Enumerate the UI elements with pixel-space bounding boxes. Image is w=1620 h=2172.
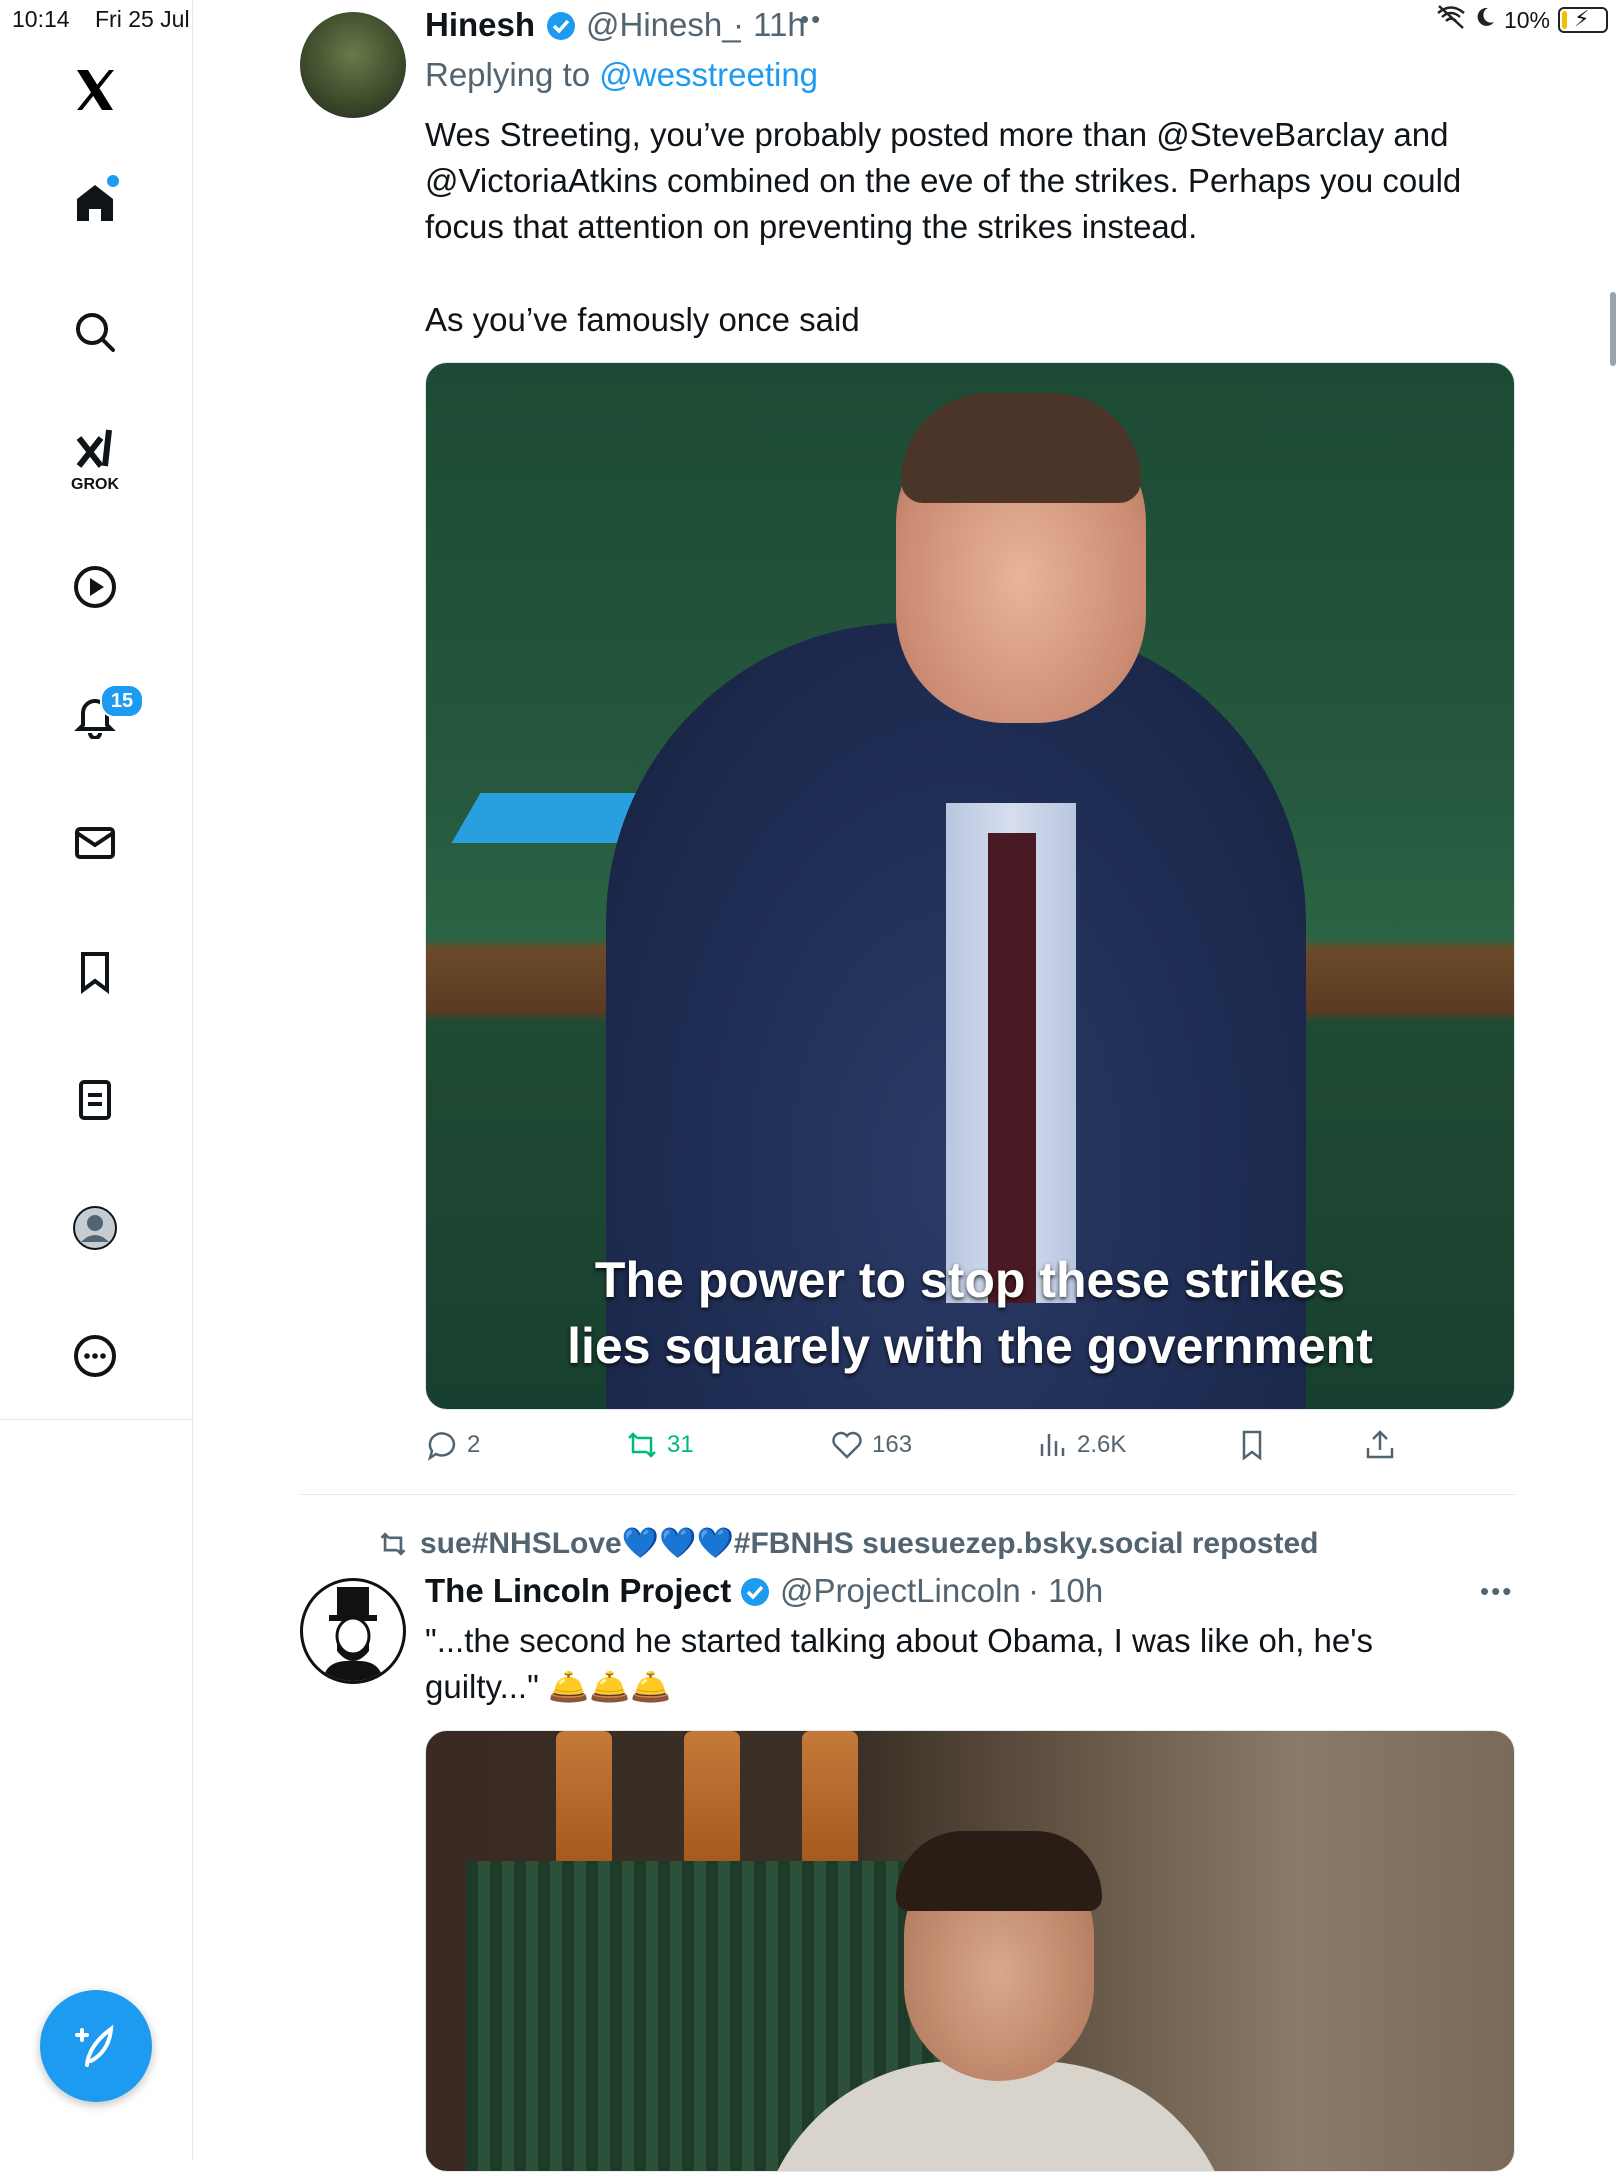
reposted-by-text: sue#NHSLove💙💙💙#FBNHS suesuezep.bsky.soci… (420, 1527, 1319, 1560)
tweet1-text: Wes Streeting, you’ve probably posted mo… (425, 112, 1515, 250)
tweet1-action-bar: 2 31 163 2.6K (425, 1428, 1515, 1468)
bookmarks-icon[interactable] (55, 932, 135, 1012)
grok-label: GROK (71, 476, 119, 493)
media-hair (901, 393, 1141, 503)
media-tie (988, 833, 1036, 1303)
tweet1-replying-to: Replying to @wesstreeting (425, 56, 818, 94)
tweet1-author-avatar[interactable] (300, 12, 406, 118)
reply-icon (427, 1432, 456, 1461)
media-bottle (684, 1731, 740, 1861)
repost-icon (628, 1432, 656, 1458)
repost-small-icon (380, 1531, 406, 1556)
tweet1-text-line: Wes Streeting, you’ve probably posted mo… (425, 116, 1449, 153)
reposted-by-line[interactable]: sue#NHSLove💙💙💙#FBNHS suesuezep.bsky.soci… (378, 1526, 1318, 1561)
tweet2-more-icon[interactable]: ••• (1480, 1576, 1513, 1607)
verified-badge-icon (547, 12, 575, 40)
tweet2-author-handle[interactable]: @ProjectLincoln (780, 1572, 1021, 1610)
tweet1-text-line2: As you’ve famously once said (425, 301, 860, 338)
tweet-divider (300, 1494, 1515, 1495)
lists-icon[interactable] (55, 1060, 135, 1140)
tweet2-media-video[interactable] (425, 1730, 1515, 2172)
video-caption-line: lies squarely with the government (567, 1318, 1373, 1374)
heart-icon (832, 1431, 862, 1459)
tweet1-author-name[interactable]: Hinesh (425, 6, 535, 44)
views-button[interactable]: 2.6K (1035, 1428, 1126, 1462)
tweet1-text-line: focus that attention on preventing the s… (425, 208, 1198, 245)
replying-prefix: Replying to (425, 56, 600, 93)
reply-count: 2 (467, 1431, 481, 1458)
tweet2-text-line: guilty..." 🛎️🛎️🛎️ (425, 1668, 672, 1705)
bookmark-icon (1242, 1430, 1262, 1461)
tweet2-timestamp[interactable]: · 10h (1028, 1572, 1103, 1610)
tweet1-author-handle[interactable]: @Hinesh_ (586, 6, 741, 44)
home-icon[interactable] (55, 163, 135, 243)
status-right: 10% ⚡ (1436, 4, 1608, 36)
views-chart-icon (1040, 1434, 1065, 1456)
home-unread-dot (107, 175, 119, 187)
media-bottle (802, 1731, 858, 1861)
search-icon[interactable] (55, 292, 135, 372)
video-play-icon[interactable] (55, 547, 135, 627)
profile-avatar-icon[interactable] (55, 1188, 135, 1268)
video-caption-line: The power to stop these strikes (594, 1252, 1346, 1308)
share-button[interactable] (1363, 1428, 1397, 1462)
tweet2-text: "...the second he started talking about … (425, 1618, 1515, 1710)
tweet2-author-avatar[interactable] (300, 1578, 406, 1684)
battery-icon: ⚡ (1558, 6, 1608, 33)
media-hair (896, 1831, 1102, 1911)
replying-mention-link[interactable]: @wesstreeting (599, 56, 818, 93)
tweet2-text-line: "...the second he started talking about … (425, 1622, 1374, 1659)
tweet1-timestamp[interactable]: · 11h (733, 6, 806, 44)
moon-icon (1474, 6, 1496, 34)
tweet2-author-name[interactable]: The Lincoln Project (425, 1572, 731, 1610)
like-button[interactable]: 163 (830, 1428, 912, 1462)
like-count: 163 (872, 1431, 913, 1458)
notifications-badge: 15 (100, 684, 144, 718)
media-bottle (556, 1731, 612, 1861)
reply-button[interactable]: 2 (425, 1428, 480, 1462)
tweet1-text-line: @VictoriaAtkins combined on the eve of t… (425, 162, 1462, 199)
repost-button[interactable]: 31 (625, 1428, 694, 1462)
views-count: 2.6K (1077, 1431, 1127, 1458)
tweet1-media-video[interactable]: The power to stop these strikes lies squ… (425, 362, 1515, 1410)
messages-envelope-icon[interactable] (55, 803, 135, 883)
wifi-off-icon (1436, 4, 1466, 36)
more-options-icon[interactable] (55, 1316, 135, 1396)
compose-post-button[interactable] (40, 1990, 152, 2102)
battery-percent: 10% (1503, 6, 1550, 33)
x-logo-icon[interactable] (55, 50, 135, 130)
sidebar: GROK 15 (0, 0, 193, 2160)
scrollbar[interactable] (1610, 292, 1616, 366)
repost-count: 31 (667, 1431, 694, 1458)
verified-badge-icon (741, 1578, 769, 1606)
lincoln-portrait-icon (323, 1587, 383, 1681)
sidebar-separator (0, 1419, 192, 1420)
tweet1-more-icon[interactable]: •• (800, 4, 822, 35)
bookmark-button[interactable] (1235, 1428, 1269, 1462)
share-icon (1366, 1430, 1394, 1459)
